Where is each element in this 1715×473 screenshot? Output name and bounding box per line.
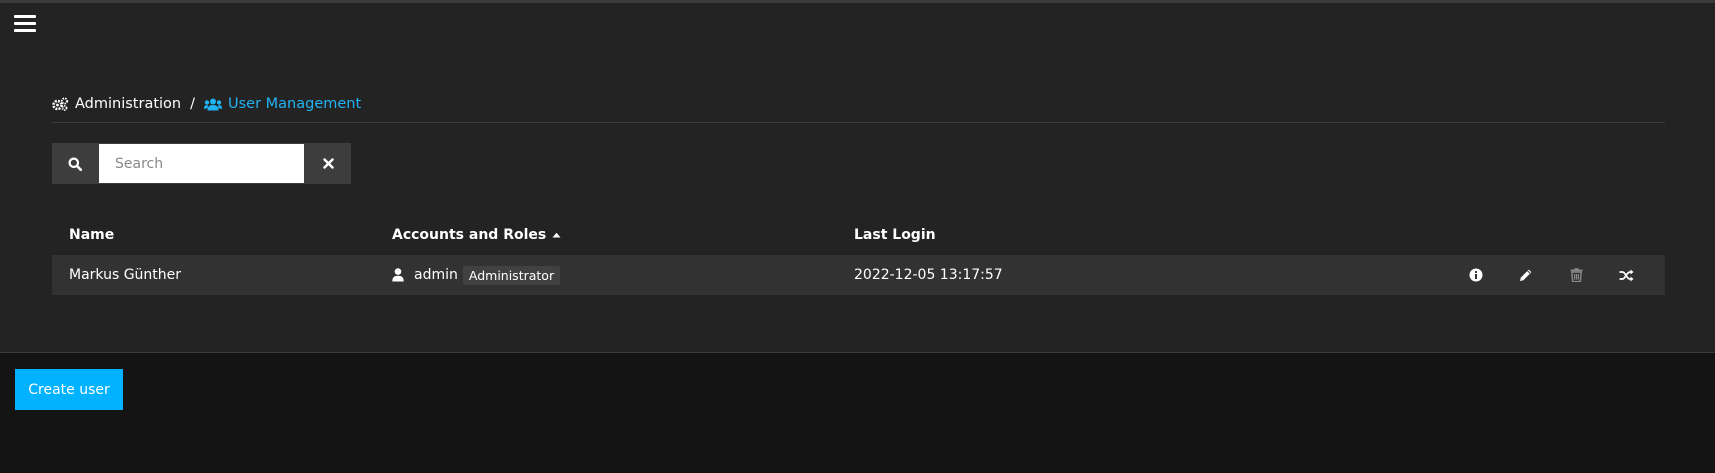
search-icon	[68, 157, 82, 171]
search-button[interactable]	[52, 143, 98, 184]
pencil-icon	[1520, 269, 1532, 281]
column-header-last-login[interactable]: Last Login	[854, 227, 936, 243]
search-input[interactable]	[98, 143, 305, 184]
users-table: Name Accounts and Roles Last Login Marku…	[52, 221, 1665, 295]
user-icon	[392, 268, 404, 282]
row-actions	[1451, 255, 1651, 295]
breadcrumb: Administration / User Management	[52, 93, 361, 115]
table-header: Name Accounts and Roles Last Login	[52, 221, 1665, 255]
edit-button[interactable]	[1501, 255, 1551, 295]
account-name: admin	[414, 267, 458, 283]
hamburger-icon	[14, 15, 36, 18]
user-accounts-cell: admin Administrator	[392, 255, 561, 295]
column-header-name[interactable]: Name	[69, 227, 114, 243]
user-name: Markus Günther	[69, 267, 182, 283]
breadcrumb-separator: /	[190, 96, 195, 112]
close-icon	[322, 158, 334, 169]
clear-search-button[interactable]	[305, 143, 351, 184]
column-header-accounts-label: Accounts and Roles	[392, 227, 547, 243]
table-row[interactable]: Markus Günther admin Administrator 2022-…	[52, 255, 1665, 295]
breadcrumb-user-management-label: User Management	[228, 96, 362, 112]
breadcrumb-administration[interactable]: Administration	[52, 96, 181, 112]
breadcrumb-administration-label: Administration	[75, 96, 182, 112]
create-user-button[interactable]: Create user	[15, 369, 123, 410]
info-button[interactable]	[1451, 255, 1501, 295]
info-icon	[1469, 268, 1483, 282]
breadcrumb-user-management: User Management	[204, 96, 361, 112]
trash-icon	[1570, 268, 1582, 282]
last-login-value: 2022-12-05 13:17:57	[854, 267, 1003, 283]
shuffle-icon	[1619, 269, 1633, 281]
role-badge: Administrator	[462, 265, 561, 285]
cogs-icon	[52, 97, 69, 111]
breadcrumb-divider	[52, 122, 1665, 123]
hamburger-menu-button[interactable]	[14, 15, 38, 35]
main-panel: Administration / User Management Search …	[0, 3, 1715, 353]
search-bar	[52, 143, 351, 184]
sort-asc-icon	[552, 232, 561, 238]
delete-button[interactable]	[1551, 255, 1601, 295]
column-header-accounts[interactable]: Accounts and Roles	[392, 227, 561, 243]
users-icon	[204, 98, 222, 110]
switch-user-button[interactable]	[1601, 255, 1651, 295]
